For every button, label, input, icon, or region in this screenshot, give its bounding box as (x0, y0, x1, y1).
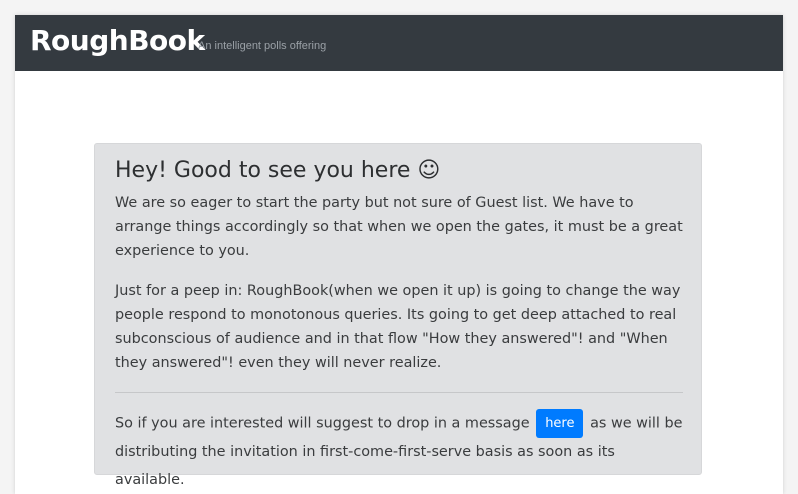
brand-tagline: An intelligent polls offering (198, 40, 327, 52)
invitation-text-before: So if you are interested will suggest to… (115, 415, 530, 432)
brand-logo[interactable]: RoughBook (30, 23, 205, 59)
message-here-button[interactable]: here (536, 409, 584, 438)
welcome-jumbotron: Hey! Good to see you here ☺ We are so ea… (94, 143, 702, 488)
peep-in-paragraph: Just for a peep in: RoughBook(when we op… (115, 283, 681, 371)
page-container: RoughBook An intelligent polls offering … (15, 15, 783, 494)
invitation-paragraph: So if you are interested will suggest to… (115, 409, 685, 494)
intro-paragraph: We are so eager to start the party but n… (115, 195, 683, 259)
welcome-heading: Hey! Good to see you here ☺ (115, 158, 441, 183)
divider (115, 392, 683, 393)
navbar: RoughBook An intelligent polls offering (15, 15, 783, 71)
